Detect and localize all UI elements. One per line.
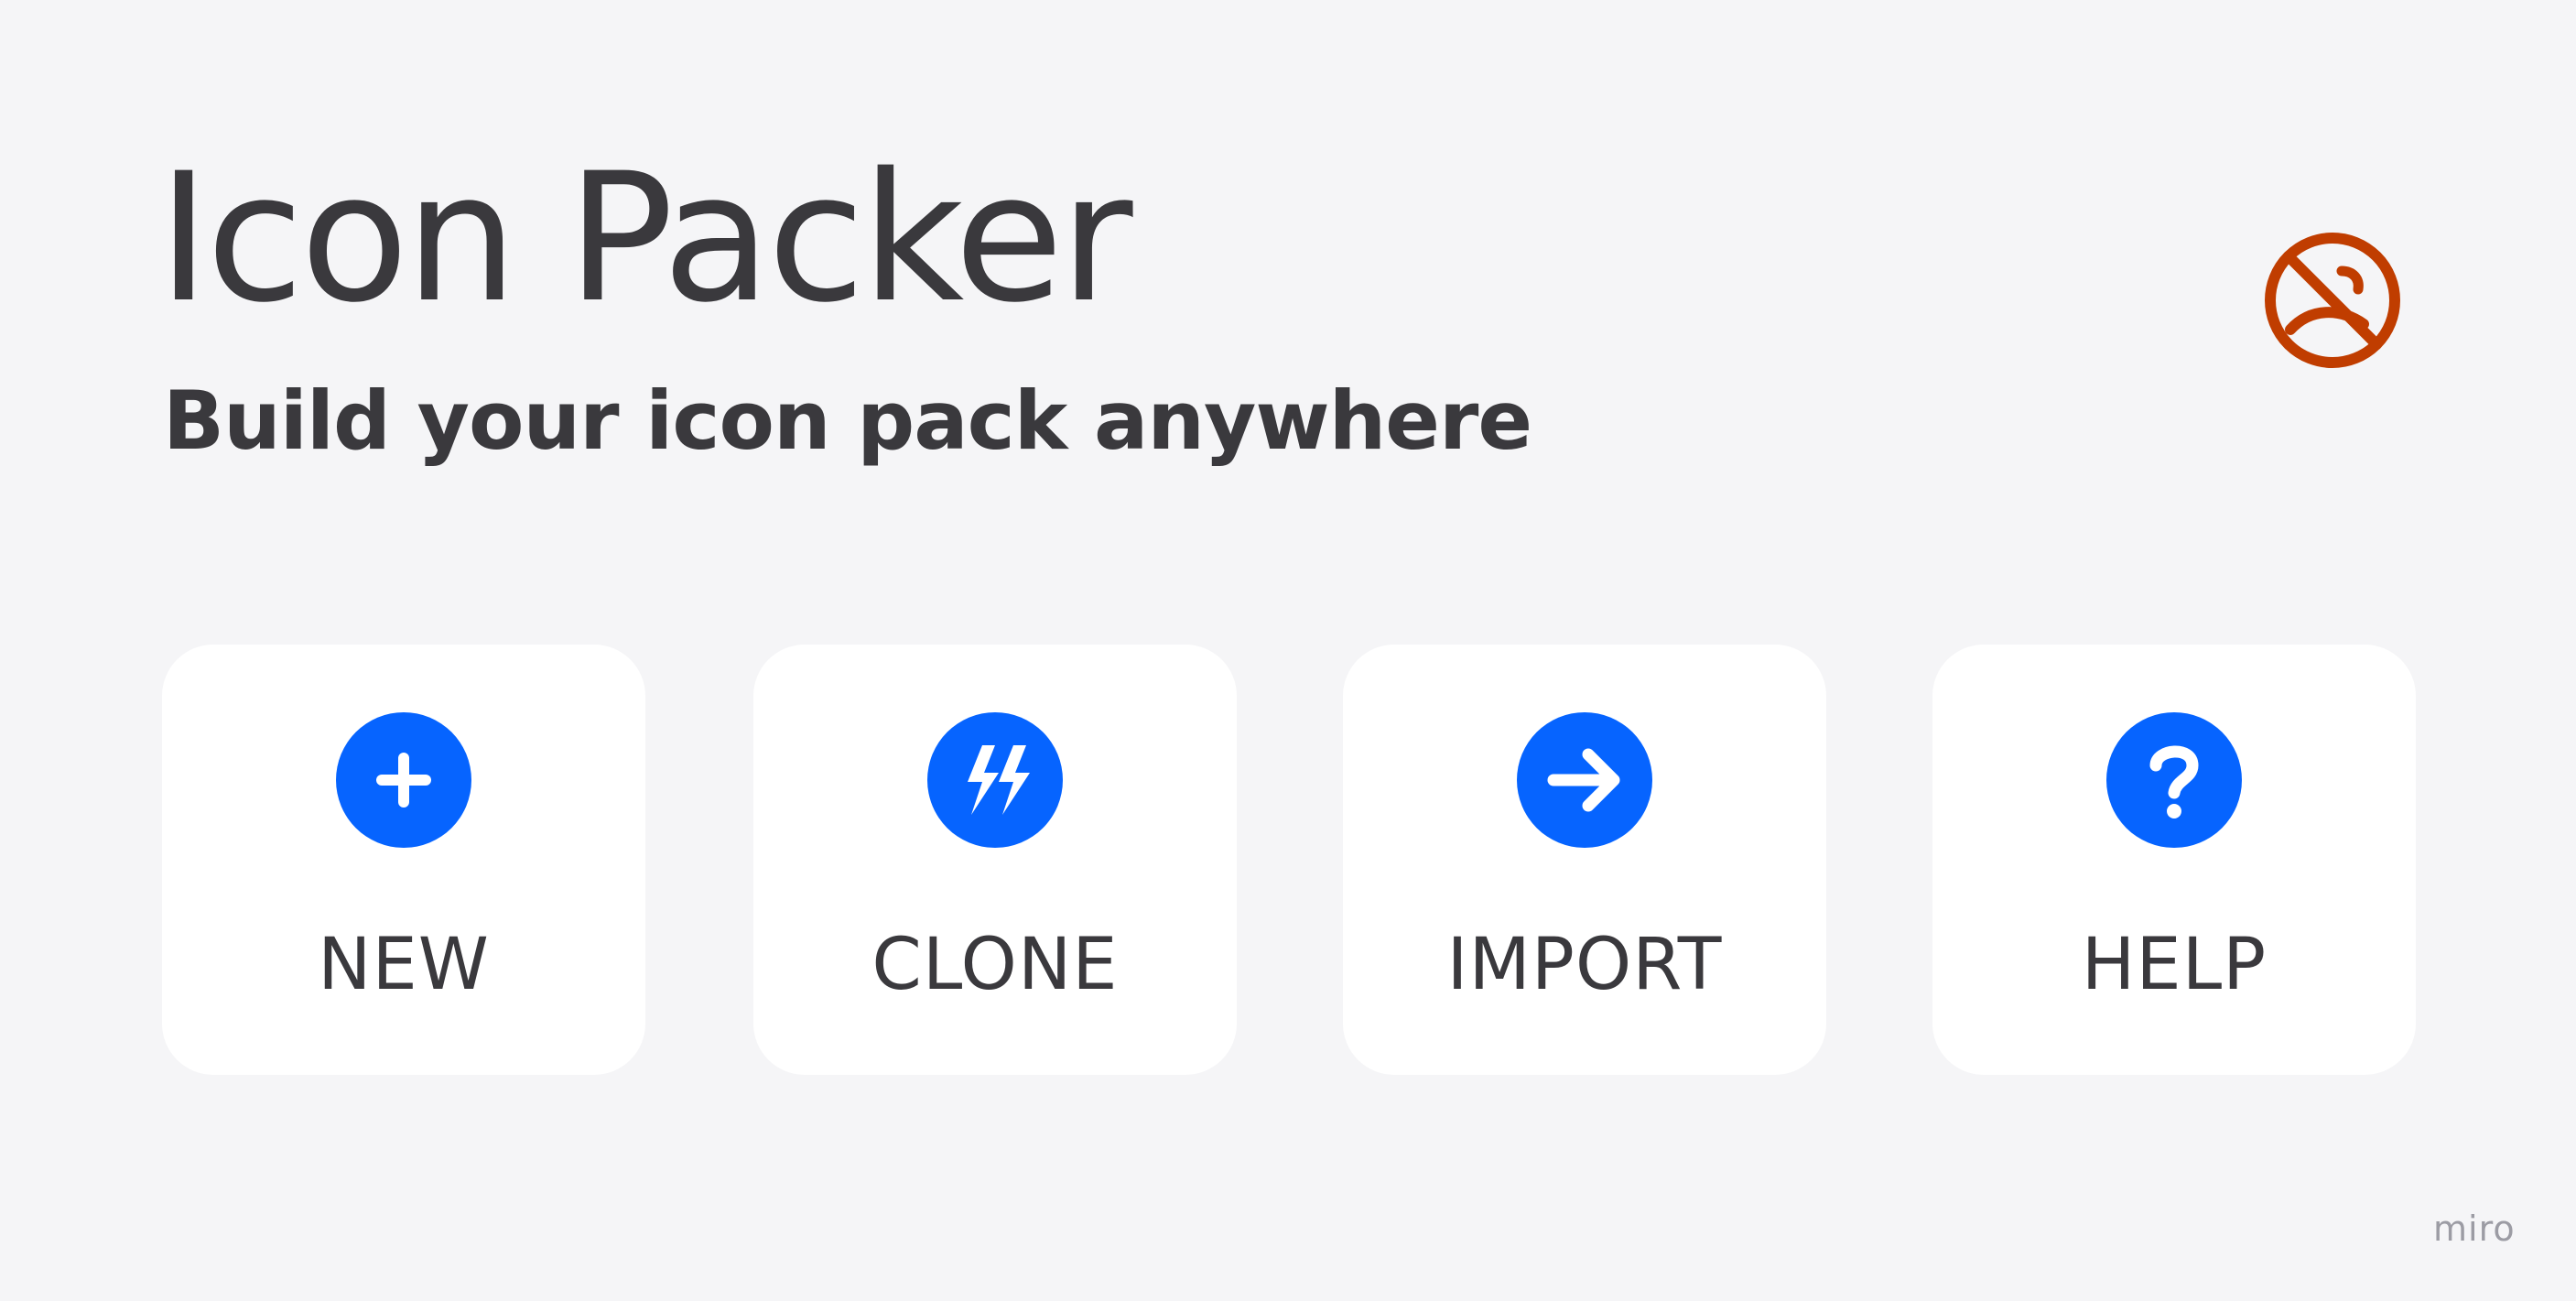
import-button[interactable]: IMPORT xyxy=(1343,645,1826,1075)
arrow-right-icon xyxy=(1517,712,1652,848)
question-icon xyxy=(2106,712,2242,848)
miro-watermark: miro xyxy=(2433,1209,2516,1249)
clone-button[interactable]: CLONE xyxy=(753,645,1237,1075)
help-button-label: HELP xyxy=(2081,924,2268,1006)
lightning-icon xyxy=(927,712,1063,848)
app-title: Icon Packer xyxy=(157,135,1133,342)
new-button[interactable]: NEW xyxy=(162,645,645,1075)
no-smoking-icon[interactable] xyxy=(2263,231,2402,370)
plus-icon xyxy=(336,712,471,848)
help-button[interactable]: HELP xyxy=(1932,645,2416,1075)
clone-button-label: CLONE xyxy=(871,924,1119,1006)
import-button-label: IMPORT xyxy=(1446,924,1723,1006)
new-button-label: NEW xyxy=(318,924,490,1006)
app-subtitle: Build your icon pack anywhere xyxy=(163,374,1532,468)
